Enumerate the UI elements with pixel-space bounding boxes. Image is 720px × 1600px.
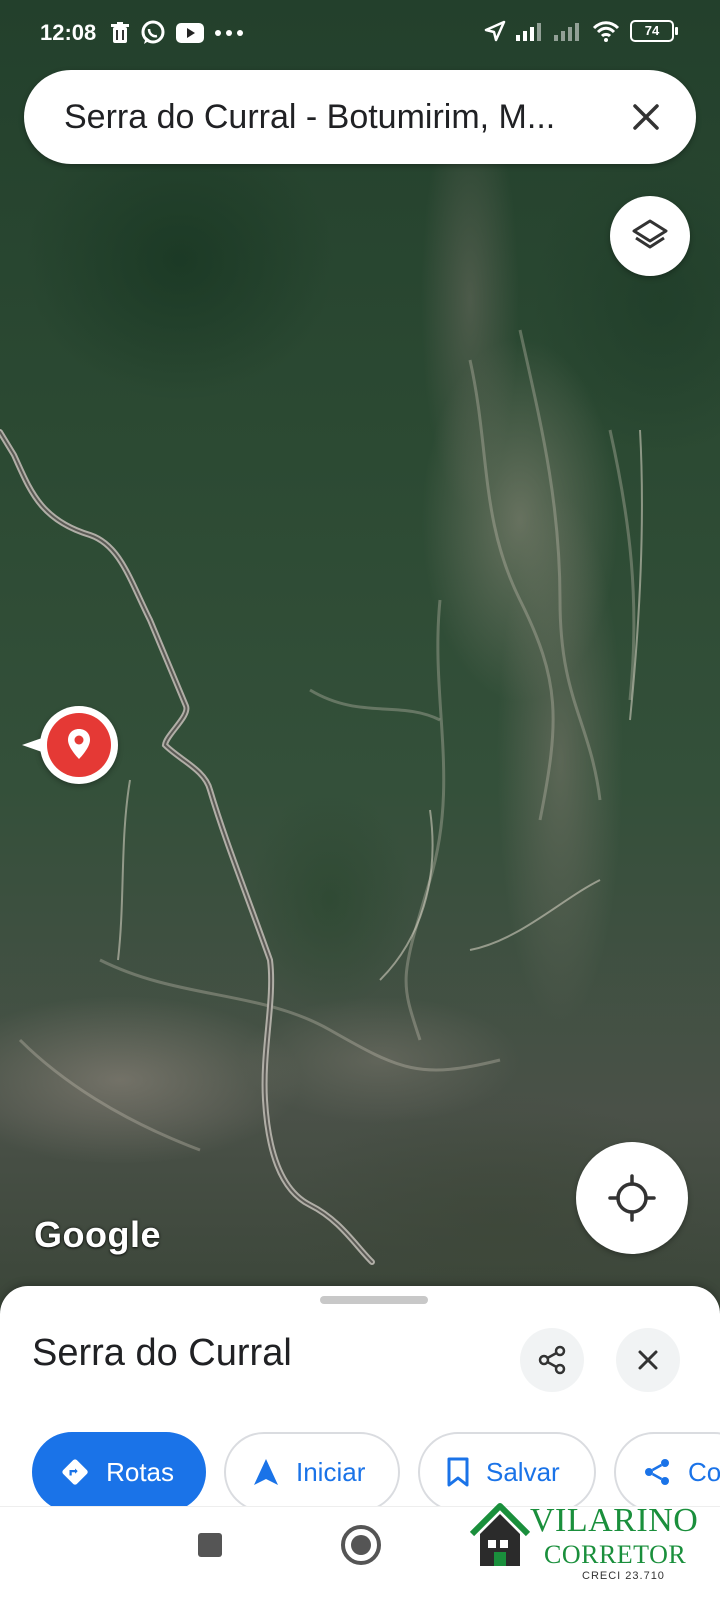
place-marker-pin: [47, 713, 111, 777]
share-icon: [538, 1345, 566, 1375]
drag-handle[interactable]: [320, 1296, 428, 1304]
directions-button[interactable]: Rotas: [32, 1432, 206, 1512]
trash-icon: [111, 22, 129, 43]
close-icon: [633, 104, 659, 130]
battery-icon: 74: [630, 20, 678, 42]
location-arrow-icon: [484, 20, 506, 42]
start-navigation-button[interactable]: Iniciar: [224, 1432, 400, 1512]
google-attribution: Google: [34, 1214, 161, 1255]
share-button[interactable]: [520, 1328, 584, 1392]
navigation-arrow-icon: [254, 1459, 278, 1485]
watermark-license: CRECI 23.710: [582, 1570, 665, 1582]
more-dots-icon: [215, 30, 243, 36]
signal-icon: [516, 23, 541, 41]
road: [0, 429, 375, 1265]
signal-icon: [554, 23, 579, 41]
search-bar[interactable]: Serra do Curral - Botumirim, M...: [24, 70, 696, 164]
clear-search-button[interactable]: [624, 95, 668, 139]
home-button[interactable]: [341, 1525, 381, 1565]
close-icon: [638, 1350, 658, 1370]
directions-icon: [62, 1459, 88, 1485]
battery-level: 74: [644, 23, 660, 38]
location-pin-icon: [68, 729, 90, 759]
my-location-button[interactable]: [576, 1142, 688, 1254]
watermark: VILARINO CORRETOR CRECI 23.710: [470, 1500, 716, 1600]
crosshair-icon: [608, 1174, 656, 1222]
status-bar: 12:08 74: [0, 0, 720, 68]
whatsapp-icon: [141, 20, 165, 44]
save-label: Salvar: [486, 1456, 560, 1487]
share-chip-label: Co: [688, 1456, 720, 1487]
watermark-brand: VILARINO: [530, 1502, 699, 1539]
search-query[interactable]: Serra do Curral - Botumirim, M...: [64, 98, 624, 137]
start-label: Iniciar: [296, 1456, 366, 1487]
status-time: 12:08: [40, 20, 97, 45]
map-terrain: [0, 329, 643, 1265]
status-notification-icons: [110, 20, 244, 46]
place-bottom-sheet[interactable]: Serra do Curral Rotas Iniciar Salvar Co: [0, 1286, 720, 1512]
status-system-icons: 74: [484, 20, 678, 42]
house-logo-icon: [470, 1503, 530, 1566]
share-icon: [645, 1459, 669, 1485]
bookmark-icon: [447, 1457, 469, 1487]
trails: [117, 429, 643, 981]
directions-label: Rotas: [106, 1456, 174, 1487]
satellite-map[interactable]: [0, 0, 720, 1310]
road-center: [0, 431, 373, 1263]
youtube-icon: [176, 23, 204, 43]
place-title: Serra do Curral: [32, 1332, 292, 1374]
place-marker[interactable]: [22, 706, 118, 784]
watermark-title: CORRETOR: [544, 1540, 687, 1569]
wifi-icon: [592, 21, 620, 42]
layers-icon: [632, 219, 668, 249]
close-sheet-button[interactable]: [616, 1328, 680, 1392]
map-layers-button[interactable]: [610, 196, 690, 276]
recents-button[interactable]: [198, 1533, 222, 1557]
